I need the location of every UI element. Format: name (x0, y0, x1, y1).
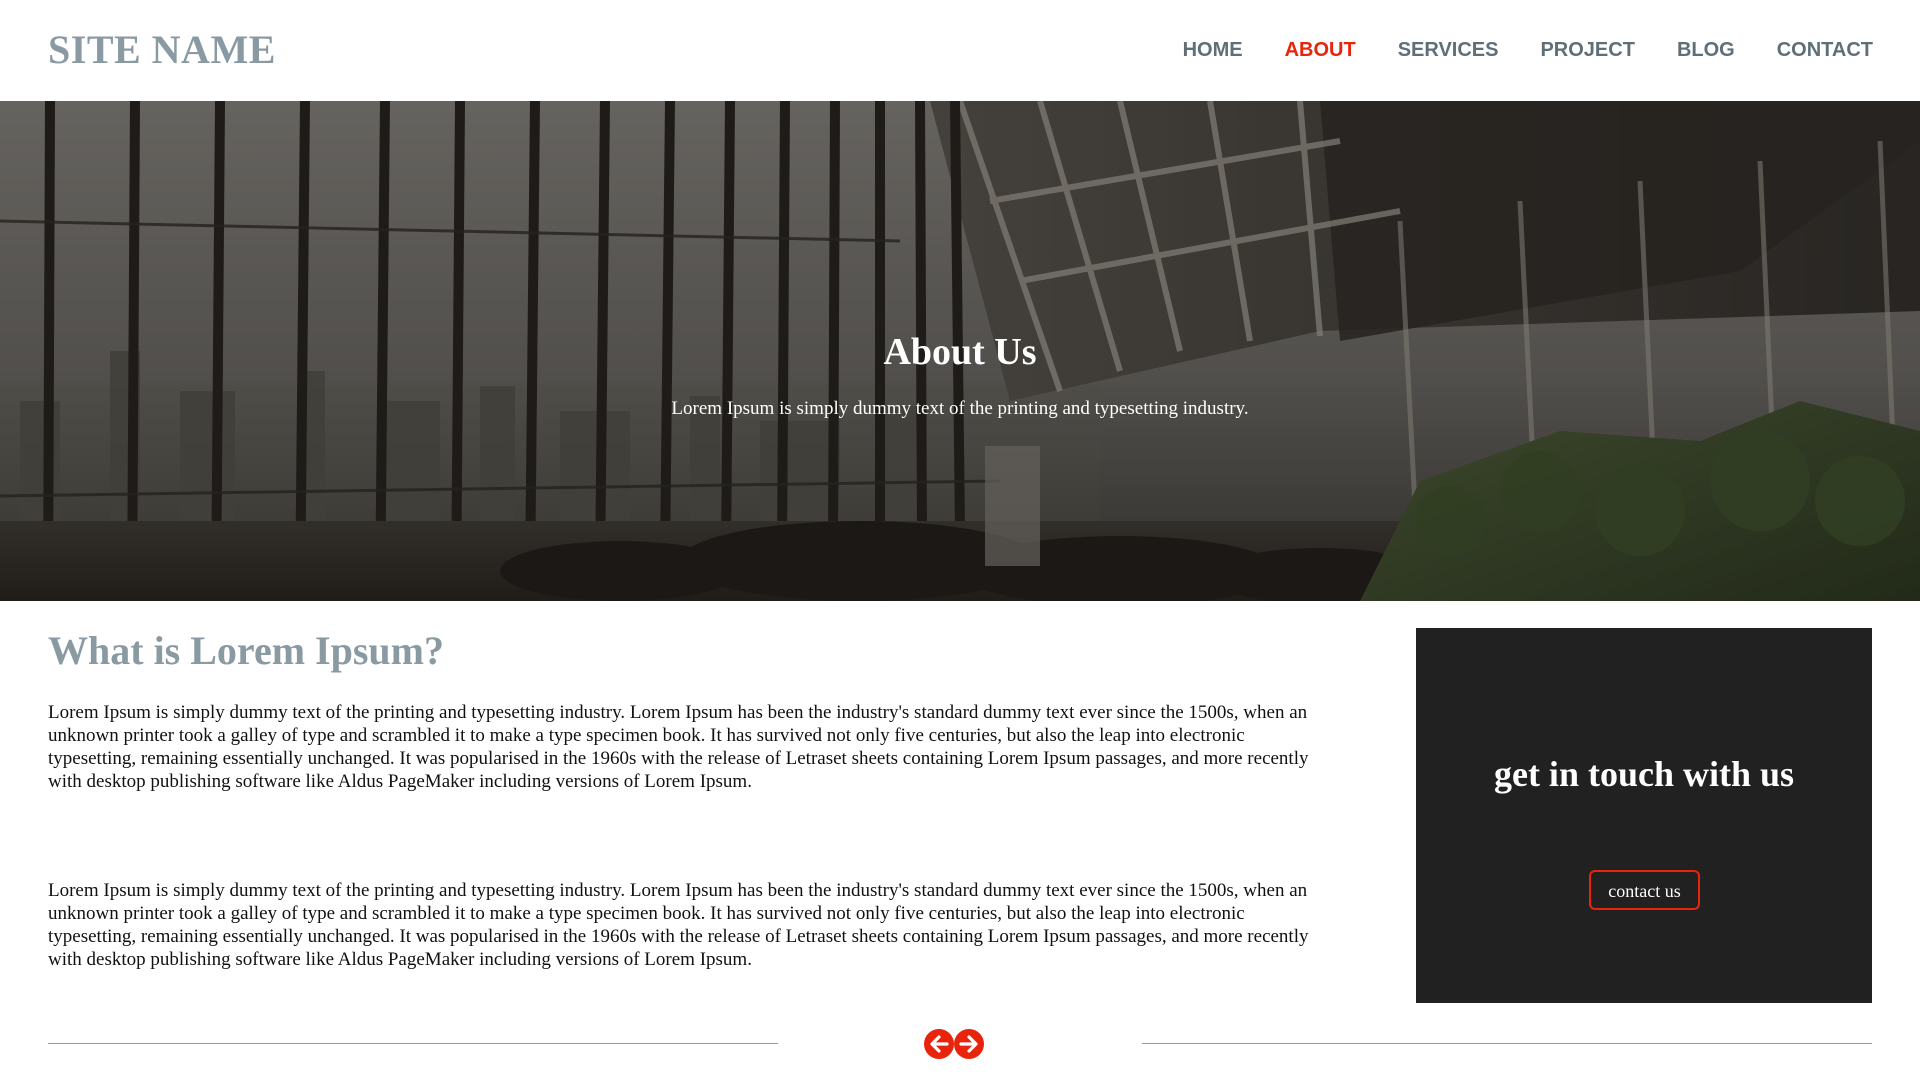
divider-left (48, 1043, 778, 1044)
section-heading: What is Lorem Ipsum? (48, 628, 444, 673)
nav-item-blog[interactable]: BLOG (1677, 36, 1735, 64)
body-paragraph-2: Lorem Ipsum is simply dummy text of the … (48, 880, 1309, 970)
body-paragraph-1: Lorem Ipsum is simply dummy text of the … (48, 702, 1309, 792)
arrow-left-circle-icon[interactable] (923, 1028, 955, 1060)
nav-item-contact[interactable]: CONTACT (1777, 36, 1873, 64)
hero-title: About Us (883, 331, 1037, 373)
main-content: What is Lorem Ipsum? Lorem Ipsum is simp… (48, 626, 1318, 970)
site-header: SITE NAME HOME ABOUT SERVICES PROJECT BL… (0, 0, 1920, 101)
site-name-logo[interactable]: SITE NAME (48, 26, 276, 74)
nav-item-services[interactable]: SERVICES (1398, 36, 1499, 64)
pager-arrows (923, 1028, 987, 1060)
divider-right (1142, 1043, 1872, 1044)
contact-panel: get in touch with us contact us (1416, 628, 1872, 1003)
nav-item-project[interactable]: PROJECT (1540, 36, 1634, 64)
contact-panel-title: get in touch with us (1493, 754, 1795, 794)
nav-item-about[interactable]: ABOUT (1285, 36, 1356, 64)
arrow-right-circle-icon[interactable] (953, 1028, 985, 1060)
nav-item-home[interactable]: HOME (1183, 36, 1243, 64)
hero-subtitle: Lorem Ipsum is simply dummy text of the … (671, 398, 1249, 419)
main-nav: HOME ABOUT SERVICES PROJECT BLOG CONTACT (1141, 36, 1873, 64)
contact-us-button[interactable]: contact us (1589, 870, 1700, 910)
hero-banner: About Us Lorem Ipsum is simply dummy tex… (0, 101, 1920, 601)
